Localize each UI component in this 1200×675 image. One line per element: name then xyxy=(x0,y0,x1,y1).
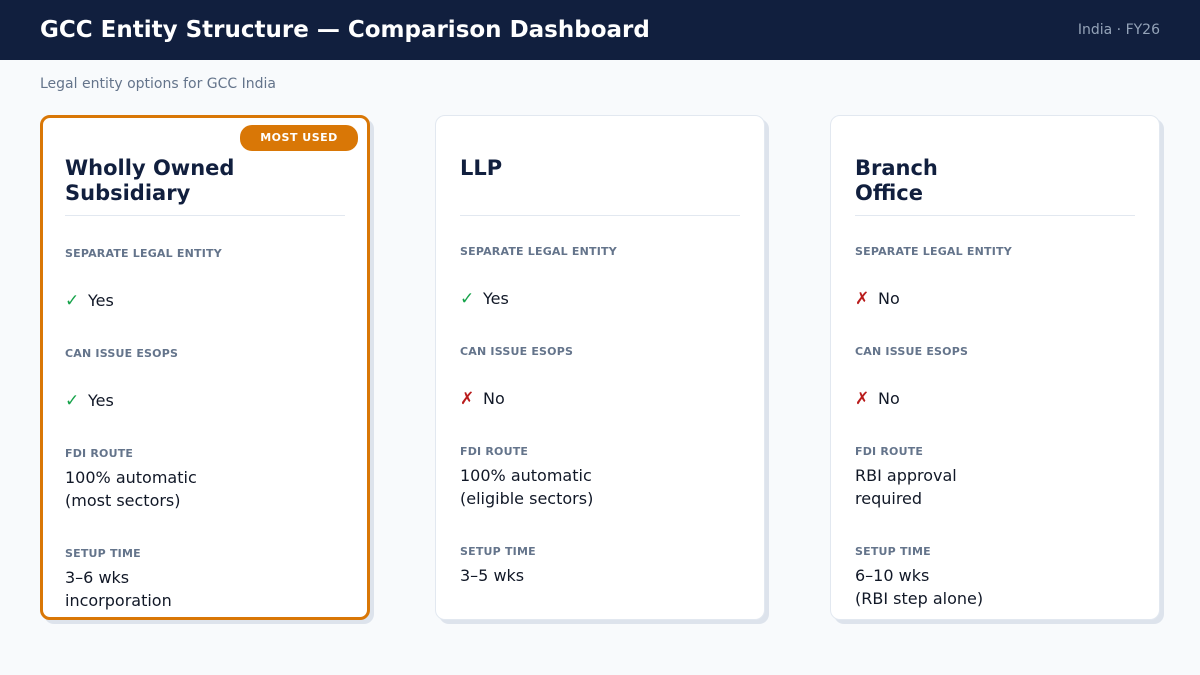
field-separate-legal-entity: SEPARATE LEGAL ENTITY ✗ No xyxy=(855,244,1145,311)
divider xyxy=(65,215,345,216)
header-bar: GCC Entity Structure — Comparison Dashbo… xyxy=(0,0,1200,60)
card-title: LLP xyxy=(460,156,503,180)
field-value: 100% automatic (eligible sectors) xyxy=(460,466,594,508)
field-label: SEPARATE LEGAL ENTITY xyxy=(460,245,617,258)
field-setup-time: SETUP TIME 6–10 wks (RBI step alone) xyxy=(855,544,1145,610)
check-icon: ✓ xyxy=(460,289,475,309)
card-title: Wholly Owned Subsidiary xyxy=(65,156,235,205)
field-fdi-route: FDI ROUTE 100% automatic (eligible secto… xyxy=(460,444,750,510)
field-value: 3–5 wks xyxy=(460,566,525,585)
field-label: SETUP TIME xyxy=(65,547,141,560)
entity-card-wholly-owned-subsidiary[interactable]: MOST USED Wholly Owned Subsidiary SEPARA… xyxy=(40,115,370,620)
field-label: FDI ROUTE xyxy=(855,445,924,458)
field-value: Yes xyxy=(483,289,509,308)
page-title: GCC Entity Structure — Comparison Dashbo… xyxy=(40,17,650,43)
field-label: FDI ROUTE xyxy=(65,447,134,460)
page-subtitle: Legal entity options for GCC India xyxy=(40,76,276,92)
field-label: CAN ISSUE ESOPS xyxy=(460,345,574,358)
field-value: 6–10 wks (RBI step alone) xyxy=(855,566,984,608)
cross-icon: ✗ xyxy=(855,389,870,409)
field-label: SEPARATE LEGAL ENTITY xyxy=(65,247,222,260)
field-value: No xyxy=(878,389,900,408)
card-title: Branch Office xyxy=(855,156,938,205)
field-value: 3–6 wks incorporation xyxy=(65,568,172,610)
field-value: 100% automatic (most sectors) xyxy=(65,468,197,510)
entity-card-llp[interactable]: LLP SEPARATE LEGAL ENTITY ✓ Yes CAN ISSUE… xyxy=(435,115,765,620)
check-icon: ✓ xyxy=(65,291,80,311)
field-label: SETUP TIME xyxy=(855,545,931,558)
field-value: RBI approval required xyxy=(855,466,957,508)
most-used-badge: MOST USED xyxy=(240,125,358,151)
field-value: No xyxy=(878,289,900,308)
field-can-issue-esops: CAN ISSUE ESOPS ✓ Yes xyxy=(65,346,355,413)
entity-card-branch-office[interactable]: Branch Office SEPARATE LEGAL ENTITY ✗ No … xyxy=(830,115,1160,620)
cross-icon: ✗ xyxy=(460,389,475,409)
field-separate-legal-entity: SEPARATE LEGAL ENTITY ✓ Yes xyxy=(65,246,355,313)
field-label: CAN ISSUE ESOPS xyxy=(65,347,179,360)
field-value: Yes xyxy=(88,391,114,410)
field-can-issue-esops: CAN ISSUE ESOPS ✗ No xyxy=(460,344,750,411)
field-label: SETUP TIME xyxy=(460,545,536,558)
field-setup-time: SETUP TIME 3–6 wks incorporation xyxy=(65,546,355,612)
field-label: CAN ISSUE ESOPS xyxy=(855,345,969,358)
field-label: FDI ROUTE xyxy=(460,445,529,458)
field-label: SEPARATE LEGAL ENTITY xyxy=(855,245,1012,258)
field-separate-legal-entity: SEPARATE LEGAL ENTITY ✓ Yes xyxy=(460,244,750,311)
header-meta: India · FY26 xyxy=(1077,22,1160,38)
field-value: Yes xyxy=(88,291,114,310)
divider xyxy=(855,215,1135,216)
field-value: No xyxy=(483,389,505,408)
field-setup-time: SETUP TIME 3–5 wks xyxy=(460,544,750,587)
field-can-issue-esops: CAN ISSUE ESOPS ✗ No xyxy=(855,344,1145,411)
check-icon: ✓ xyxy=(65,391,80,411)
divider xyxy=(460,215,740,216)
field-fdi-route: FDI ROUTE 100% automatic (most sectors) xyxy=(65,446,355,512)
cross-icon: ✗ xyxy=(855,289,870,309)
field-fdi-route: FDI ROUTE RBI approval required xyxy=(855,444,1145,510)
